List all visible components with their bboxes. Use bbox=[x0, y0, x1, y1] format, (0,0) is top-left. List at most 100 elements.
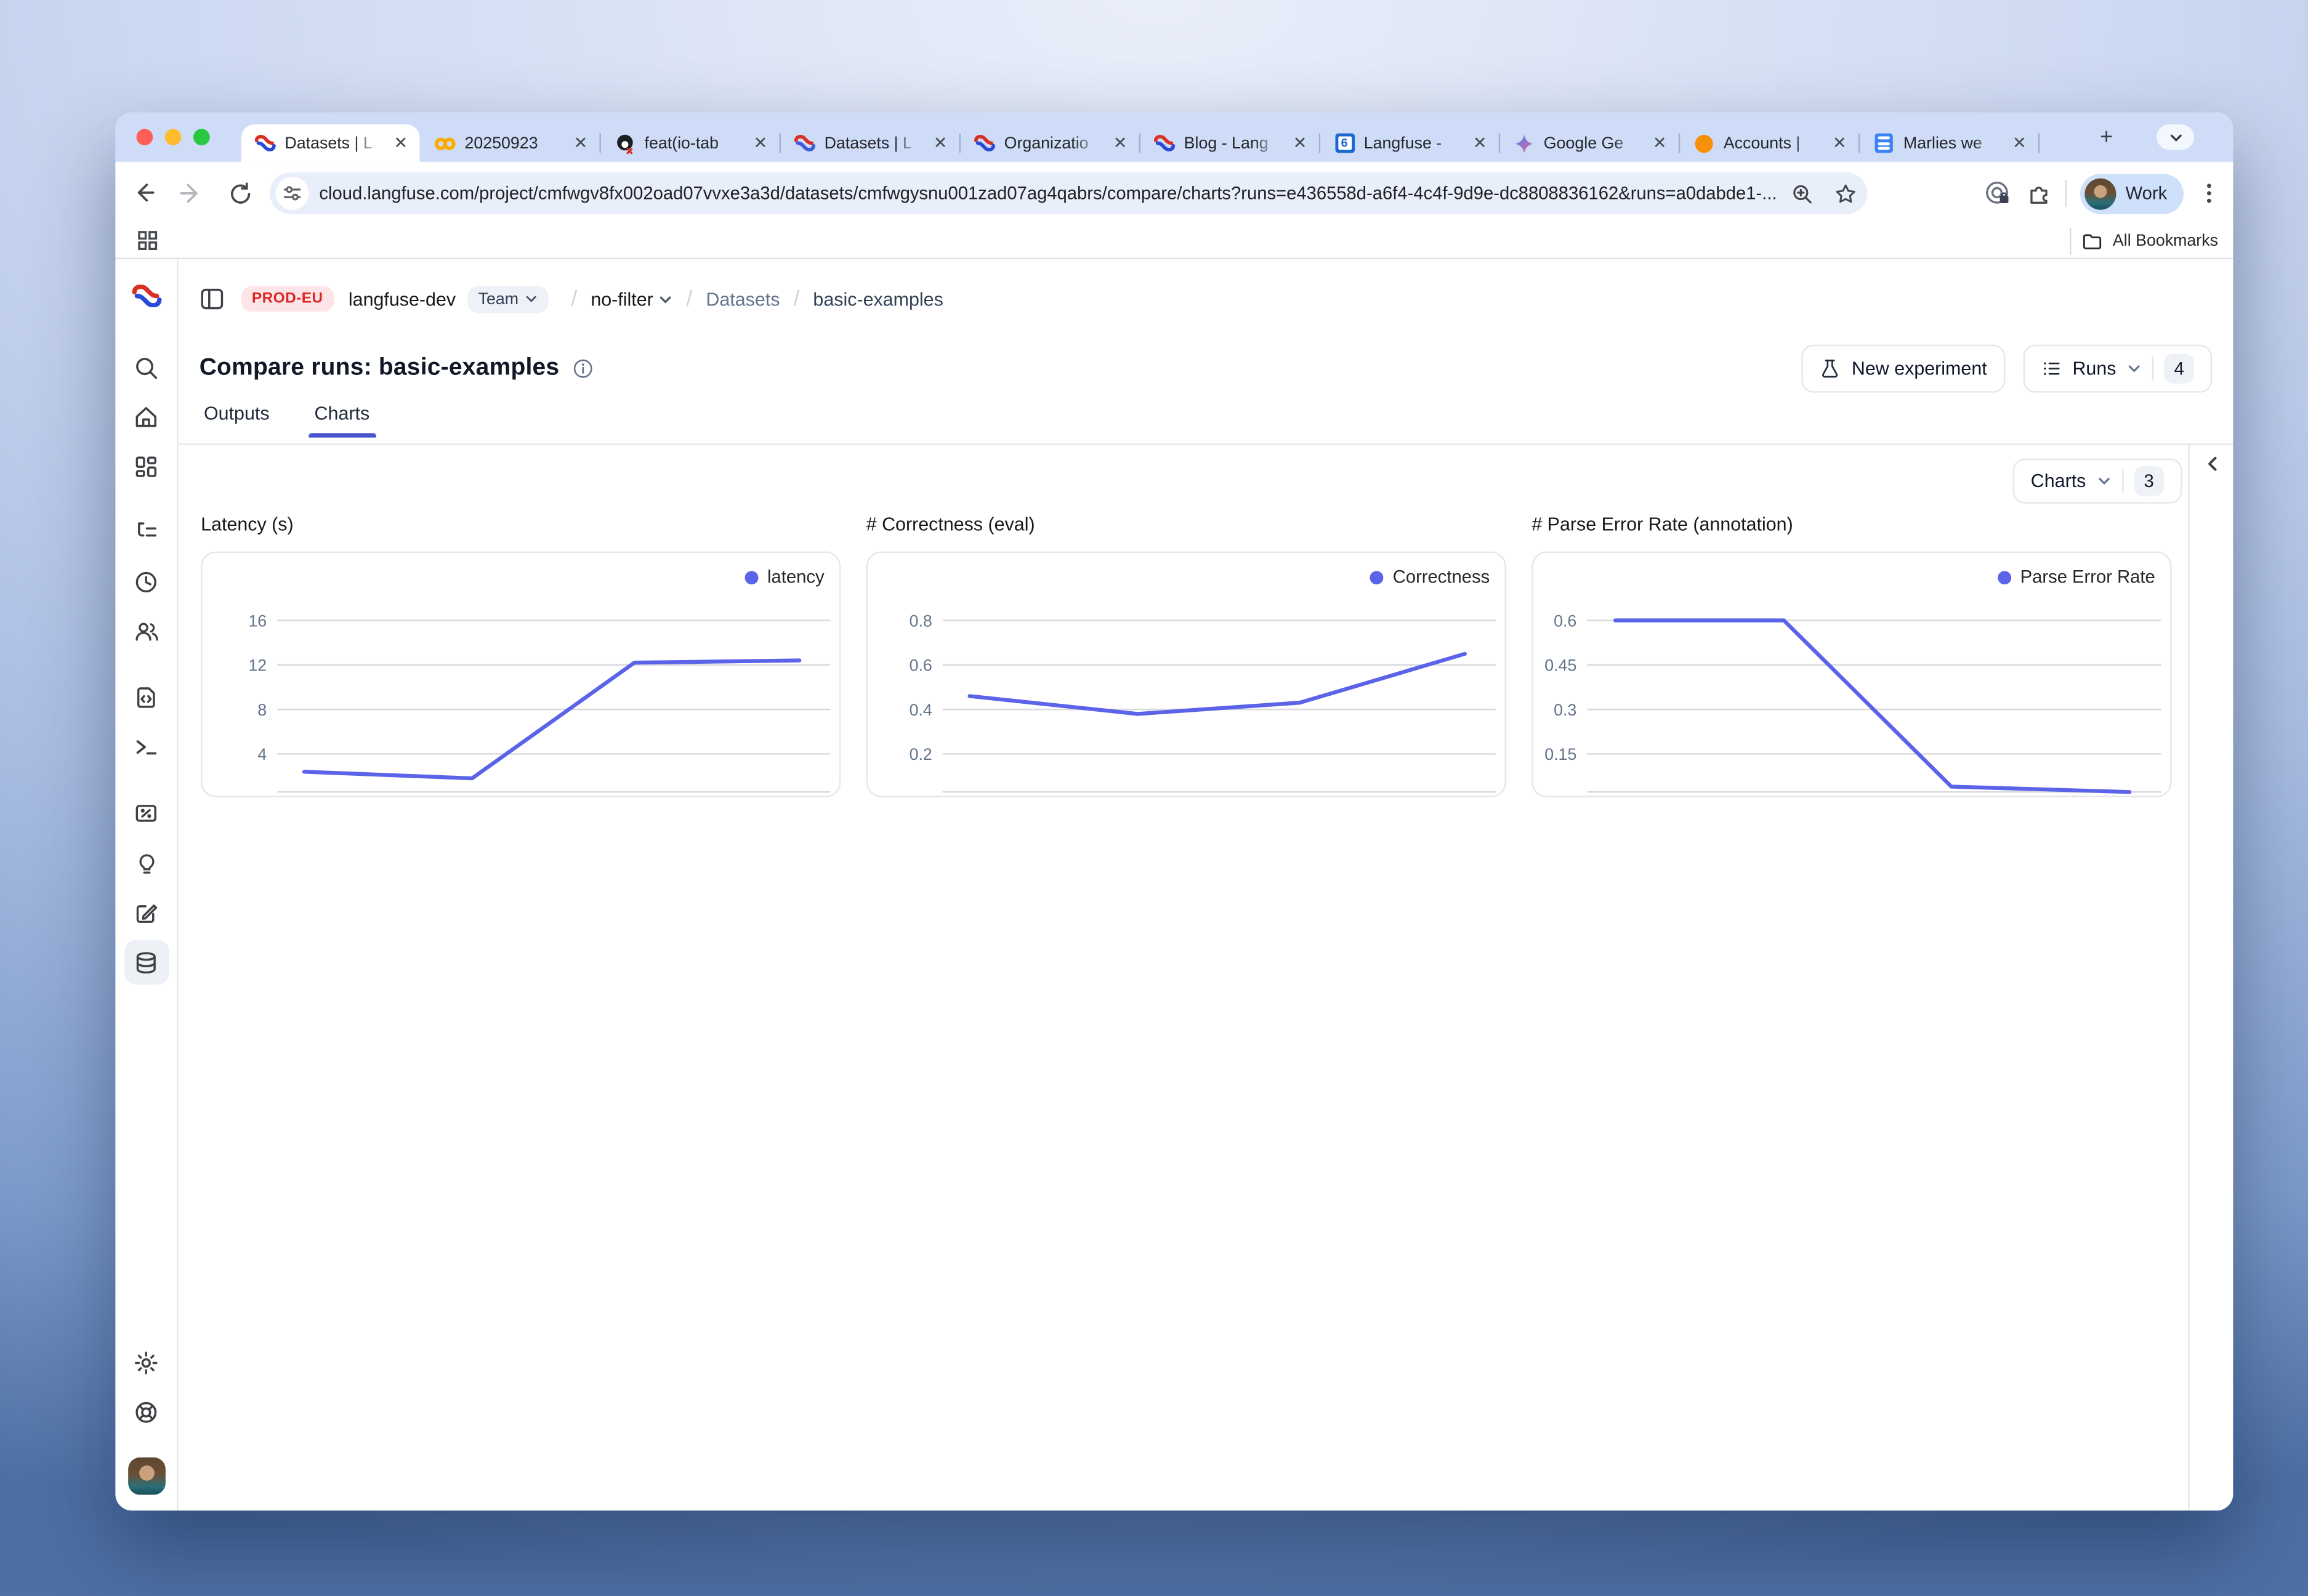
search-icon bbox=[134, 355, 159, 380]
gemini-favicon bbox=[1514, 132, 1535, 153]
all-bookmarks-label[interactable]: All Bookmarks bbox=[2113, 232, 2218, 250]
close-tab-icon[interactable]: ✕ bbox=[930, 134, 950, 153]
browser-tab-3[interactable]: feat(io-tab ✕ bbox=[601, 124, 780, 162]
langfuse-favicon bbox=[974, 132, 995, 153]
close-tab-icon[interactable]: ✕ bbox=[1110, 134, 1130, 153]
users-icon bbox=[132, 618, 159, 643]
info-icon[interactable] bbox=[573, 358, 594, 379]
close-tab-icon[interactable]: ✕ bbox=[391, 134, 411, 153]
sidebar-item-playground[interactable] bbox=[124, 724, 169, 769]
sidebar-item-tracing[interactable] bbox=[124, 508, 169, 553]
reload-button[interactable] bbox=[220, 174, 259, 212]
breadcrumb-dataset-name[interactable]: basic-examples bbox=[813, 289, 943, 310]
browser-tab-4[interactable]: Datasets | L✕ bbox=[781, 124, 959, 162]
svg-text:0.2: 0.2 bbox=[910, 745, 932, 764]
sidebar-item-users[interactable] bbox=[124, 608, 169, 653]
charts-count-badge: 3 bbox=[2134, 466, 2164, 496]
chevron-down-icon bbox=[2127, 361, 2142, 376]
collapse-panel-chevron[interactable] bbox=[2205, 456, 2221, 472]
browser-tab-8[interactable]: Google Ge✕ bbox=[1500, 124, 1679, 162]
close-tab-icon[interactable]: ✕ bbox=[1650, 134, 1669, 153]
runs-dropdown-button[interactable]: Runs 4 bbox=[2023, 345, 2212, 393]
ask-ai-icon bbox=[134, 850, 158, 876]
browser-tab-5[interactable]: Organizatio✕ bbox=[961, 124, 1139, 162]
langfuse-logo[interactable] bbox=[131, 284, 161, 307]
password-manager-icon[interactable] bbox=[1983, 179, 2011, 208]
new-experiment-button[interactable]: New experiment bbox=[1802, 345, 2005, 393]
list-icon bbox=[2041, 358, 2062, 379]
chart-legend: Parse Error Rate bbox=[1998, 566, 2155, 587]
close-tab-icon[interactable]: ✕ bbox=[571, 134, 591, 153]
sidebar-item-ask-ai[interactable] bbox=[124, 840, 169, 885]
svg-text:0.6: 0.6 bbox=[910, 656, 932, 675]
apps-grid-icon[interactable] bbox=[136, 229, 159, 252]
close-tab-icon[interactable]: ✕ bbox=[751, 134, 770, 153]
svg-text:0.3: 0.3 bbox=[1554, 701, 1576, 719]
sidebar-item-support[interactable] bbox=[124, 1389, 169, 1434]
sidebar-item-dashboards[interactable] bbox=[124, 443, 169, 488]
sidebar-item-evaluation[interactable] bbox=[124, 790, 169, 835]
browser-tab-6[interactable]: Blog - Lang✕ bbox=[1140, 124, 1319, 162]
sidebar-item-settings[interactable] bbox=[124, 1340, 169, 1385]
zoom-page-icon[interactable] bbox=[1791, 182, 1814, 205]
svg-text:4: 4 bbox=[257, 745, 267, 764]
close-tab-icon[interactable]: ✕ bbox=[1830, 134, 1849, 153]
profile-chip[interactable]: Work bbox=[2081, 173, 2184, 214]
tab-title: feat(io-tab bbox=[645, 134, 742, 152]
sidebar-item-search[interactable] bbox=[124, 345, 169, 390]
chart-card: Parse Error Rate0.60.450.30.15 bbox=[1531, 552, 2171, 797]
close-tab-icon[interactable]: ✕ bbox=[1470, 134, 1490, 153]
sidebar-item-datasets[interactable] bbox=[124, 940, 169, 985]
org-name[interactable]: langfuse-dev bbox=[349, 289, 456, 310]
desktop-background: Datasets | L✕20250923✕feat(io-tab✕Datase… bbox=[0, 0, 2308, 1596]
forward-button[interactable] bbox=[172, 174, 211, 212]
tab-title: 20250923 bbox=[464, 134, 562, 152]
sidebar-item-sessions[interactable] bbox=[124, 559, 169, 604]
prompts-icon bbox=[134, 684, 159, 709]
browser-tab-7[interactable]: 6Langfuse -✕ bbox=[1320, 124, 1499, 162]
close-tab-icon[interactable]: ✕ bbox=[1290, 134, 1310, 153]
back-button[interactable] bbox=[124, 174, 163, 212]
svg-text:0.45: 0.45 bbox=[1544, 656, 1576, 675]
title-row: Compare runs: basic-examples New experim… bbox=[200, 346, 2213, 391]
chart-title: # Parse Error Rate (annotation) bbox=[1531, 514, 2171, 538]
sidebar-item-annotation[interactable] bbox=[124, 890, 169, 935]
breadcrumb-datasets-link[interactable]: Datasets bbox=[706, 289, 780, 310]
browser-menu-kebab-icon[interactable] bbox=[2197, 181, 2221, 205]
user-avatar[interactable] bbox=[127, 1457, 165, 1495]
browser-tab-11[interactable]: docs: add✕ bbox=[2040, 124, 2053, 162]
profile-label: Work bbox=[2126, 183, 2168, 204]
close-window-button[interactable] bbox=[136, 129, 153, 145]
browser-tab-9[interactable]: Accounts |✕ bbox=[1680, 124, 1858, 162]
chevron-down-icon[interactable] bbox=[658, 291, 672, 306]
sidebar-item-home[interactable] bbox=[124, 394, 169, 439]
tab-outputs[interactable]: Outputs bbox=[204, 403, 270, 438]
folder-icon bbox=[2081, 231, 2102, 252]
svg-text:12: 12 bbox=[248, 656, 267, 675]
org-type-pill[interactable]: Team bbox=[468, 286, 549, 313]
maximize-window-button[interactable] bbox=[193, 129, 210, 145]
sidebar-toggle-icon[interactable] bbox=[200, 286, 225, 312]
url-bar[interactable]: cloud.langfuse.com/project/cmfwgv8fx002o… bbox=[270, 172, 1867, 214]
browser-tab-10[interactable]: Marlies we ✕ bbox=[1860, 124, 2038, 162]
minimize-window-button[interactable] bbox=[165, 129, 182, 145]
tab-search-button[interactable] bbox=[2157, 124, 2194, 150]
app-main: PROD-EU langfuse-dev Team / no-filter / … bbox=[179, 259, 2233, 1510]
new-tab-button[interactable]: + bbox=[2094, 126, 2119, 151]
charts-dropdown-button[interactable]: Charts 3 bbox=[2013, 459, 2182, 504]
sidebar-item-prompts[interactable] bbox=[124, 674, 169, 719]
browser-tab-1[interactable]: Datasets | L✕ bbox=[241, 124, 420, 162]
close-tab-icon[interactable]: ✕ bbox=[2009, 134, 2029, 153]
browser-tab-2[interactable]: 20250923 ✕ bbox=[421, 124, 600, 162]
project-name[interactable]: no-filter bbox=[591, 289, 653, 310]
tab-charts[interactable]: Charts bbox=[315, 403, 370, 438]
tab-title: Marlies we bbox=[1903, 134, 2001, 152]
extensions-puzzle-icon[interactable] bbox=[2025, 180, 2052, 207]
support-icon bbox=[134, 1399, 159, 1424]
datasets-icon bbox=[134, 949, 159, 975]
site-settings-icon[interactable] bbox=[276, 177, 309, 210]
toolbar-divider bbox=[2065, 180, 2067, 207]
svg-text:8: 8 bbox=[257, 701, 267, 719]
chart-legend: latency bbox=[745, 566, 825, 587]
bookmark-star-icon[interactable] bbox=[1834, 182, 1857, 205]
